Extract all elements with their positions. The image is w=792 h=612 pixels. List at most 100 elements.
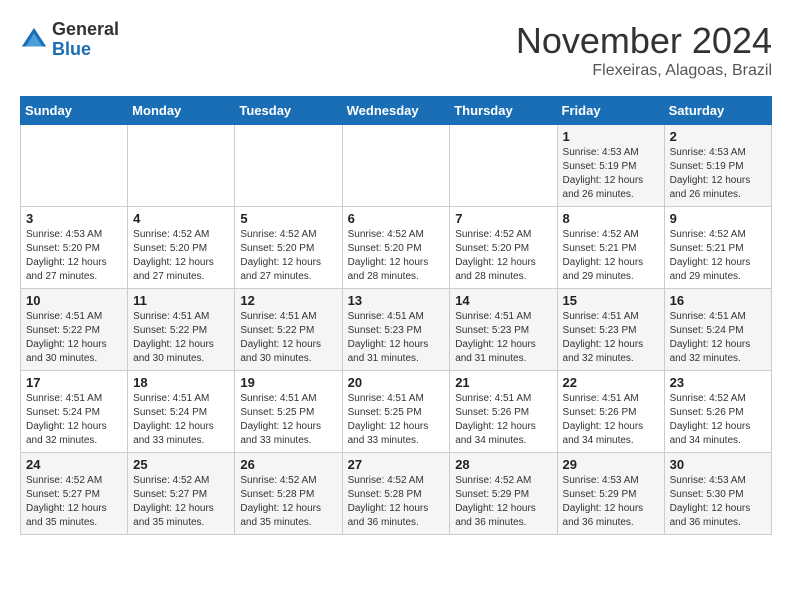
day-info: Sunrise: 4:51 AM Sunset: 5:25 PM Dayligh… bbox=[240, 392, 336, 448]
calendar-cell: 10 Sunrise: 4:51 AM Sunset: 5:22 PM Dayli… bbox=[21, 289, 128, 371]
day-info: Sunrise: 4:53 AM Sunset: 5:19 PM Dayligh… bbox=[563, 146, 659, 202]
day-info: Sunrise: 4:52 AM Sunset: 5:28 PM Dayligh… bbox=[348, 474, 445, 530]
day-info: Sunrise: 4:51 AM Sunset: 5:26 PM Dayligh… bbox=[563, 392, 659, 448]
day-info: Sunrise: 4:53 AM Sunset: 5:30 PM Dayligh… bbox=[670, 474, 766, 530]
calendar-cell: 4 Sunrise: 4:52 AM Sunset: 5:20 PM Daylig… bbox=[128, 207, 235, 289]
day-number: 8 bbox=[563, 211, 659, 226]
calendar-week-5: 24Sunrise: 4:52 AM Sunset: 5:27 PM Dayli… bbox=[21, 453, 772, 535]
day-info: Sunrise: 4:53 AM Sunset: 5:19 PM Dayligh… bbox=[670, 146, 766, 202]
day-info: Sunrise: 4:51 AM Sunset: 5:24 PM Dayligh… bbox=[133, 392, 229, 448]
calendar-week-2: 3Sunrise: 4:53 AM Sunset: 5:20 PM Daylig… bbox=[21, 207, 772, 289]
calendar-cell: 17 Sunrise: 4:51 AM Sunset: 5:24 PM Dayli… bbox=[21, 371, 128, 453]
day-number: 11 bbox=[133, 293, 229, 308]
day-number: 25 bbox=[133, 457, 229, 472]
weekday-header-row: SundayMondayTuesdayWednesdayThursdayFrid… bbox=[21, 97, 772, 125]
calendar-cell: 21Sunrise: 4:51 AM Sunset: 5:26 PM Dayli… bbox=[450, 371, 557, 453]
calendar-cell: 5 Sunrise: 4:52 AM Sunset: 5:20 PM Daylig… bbox=[235, 207, 342, 289]
logo-general: General bbox=[52, 20, 119, 40]
day-number: 2 bbox=[670, 129, 766, 144]
weekday-header-monday: Monday bbox=[128, 97, 235, 125]
calendar-cell: 3Sunrise: 4:53 AM Sunset: 5:20 PM Daylig… bbox=[21, 207, 128, 289]
day-info: Sunrise: 4:51 AM Sunset: 5:23 PM Dayligh… bbox=[455, 310, 551, 366]
calendar-cell bbox=[235, 125, 342, 207]
day-number: 15 bbox=[563, 293, 659, 308]
day-info: Sunrise: 4:51 AM Sunset: 5:24 PM Dayligh… bbox=[26, 392, 122, 448]
calendar-cell: 18 Sunrise: 4:51 AM Sunset: 5:24 PM Dayli… bbox=[128, 371, 235, 453]
calendar-cell: 8 Sunrise: 4:52 AM Sunset: 5:21 PM Daylig… bbox=[557, 207, 664, 289]
weekday-header-sunday: Sunday bbox=[21, 97, 128, 125]
calendar-cell: 19 Sunrise: 4:51 AM Sunset: 5:25 PM Dayli… bbox=[235, 371, 342, 453]
calendar-cell: 20 Sunrise: 4:51 AM Sunset: 5:25 PM Dayli… bbox=[342, 371, 450, 453]
day-info: Sunrise: 4:52 AM Sunset: 5:27 PM Dayligh… bbox=[26, 474, 122, 530]
day-info: Sunrise: 4:51 AM Sunset: 5:24 PM Dayligh… bbox=[670, 310, 766, 366]
day-number: 12 bbox=[240, 293, 336, 308]
logo: General Blue bbox=[20, 20, 119, 60]
calendar-cell: 1 Sunrise: 4:53 AM Sunset: 5:19 PM Daylig… bbox=[557, 125, 664, 207]
calendar-cell: 11 Sunrise: 4:51 AM Sunset: 5:22 PM Dayli… bbox=[128, 289, 235, 371]
calendar-cell: 29Sunrise: 4:53 AM Sunset: 5:29 PM Dayli… bbox=[557, 453, 664, 535]
calendar-cell: 22 Sunrise: 4:51 AM Sunset: 5:26 PM Dayli… bbox=[557, 371, 664, 453]
day-info: Sunrise: 4:52 AM Sunset: 5:20 PM Dayligh… bbox=[455, 228, 551, 284]
calendar-cell: 25 Sunrise: 4:52 AM Sunset: 5:27 PM Dayli… bbox=[128, 453, 235, 535]
day-number: 6 bbox=[348, 211, 445, 226]
calendar-cell: 2 Sunrise: 4:53 AM Sunset: 5:19 PM Daylig… bbox=[664, 125, 771, 207]
calendar-cell bbox=[450, 125, 557, 207]
day-number: 1 bbox=[563, 129, 659, 144]
day-info: Sunrise: 4:52 AM Sunset: 5:29 PM Dayligh… bbox=[455, 474, 551, 530]
logo-text: General Blue bbox=[52, 20, 119, 60]
calendar-cell: 14 Sunrise: 4:51 AM Sunset: 5:23 PM Dayli… bbox=[450, 289, 557, 371]
calendar: SundayMondayTuesdayWednesdayThursdayFrid… bbox=[20, 96, 772, 535]
month-title: November 2024 bbox=[516, 20, 772, 62]
day-number: 7 bbox=[455, 211, 551, 226]
title-block: November 2024 Flexeiras, Alagoas, Brazil bbox=[516, 20, 772, 80]
weekday-header-wednesday: Wednesday bbox=[342, 97, 450, 125]
day-info: Sunrise: 4:51 AM Sunset: 5:22 PM Dayligh… bbox=[240, 310, 336, 366]
day-info: Sunrise: 4:52 AM Sunset: 5:27 PM Dayligh… bbox=[133, 474, 229, 530]
day-number: 10 bbox=[26, 293, 122, 308]
day-info: Sunrise: 4:52 AM Sunset: 5:21 PM Dayligh… bbox=[670, 228, 766, 284]
day-info: Sunrise: 4:52 AM Sunset: 5:28 PM Dayligh… bbox=[240, 474, 336, 530]
day-number: 23 bbox=[670, 375, 766, 390]
calendar-cell: 6Sunrise: 4:52 AM Sunset: 5:20 PM Daylig… bbox=[342, 207, 450, 289]
calendar-cell: 26 Sunrise: 4:52 AM Sunset: 5:28 PM Dayli… bbox=[235, 453, 342, 535]
calendar-cell: 12 Sunrise: 4:51 AM Sunset: 5:22 PM Dayli… bbox=[235, 289, 342, 371]
calendar-cell bbox=[21, 125, 128, 207]
weekday-header-friday: Friday bbox=[557, 97, 664, 125]
day-number: 5 bbox=[240, 211, 336, 226]
weekday-header-thursday: Thursday bbox=[450, 97, 557, 125]
day-info: Sunrise: 4:52 AM Sunset: 5:20 PM Dayligh… bbox=[133, 228, 229, 284]
weekday-header-saturday: Saturday bbox=[664, 97, 771, 125]
day-number: 27 bbox=[348, 457, 445, 472]
day-number: 3 bbox=[26, 211, 122, 226]
day-number: 22 bbox=[563, 375, 659, 390]
day-number: 20 bbox=[348, 375, 445, 390]
logo-blue: Blue bbox=[52, 40, 119, 60]
calendar-cell: 27 Sunrise: 4:52 AM Sunset: 5:28 PM Dayli… bbox=[342, 453, 450, 535]
calendar-cell: 15Sunrise: 4:51 AM Sunset: 5:23 PM Dayli… bbox=[557, 289, 664, 371]
location: Flexeiras, Alagoas, Brazil bbox=[516, 62, 772, 80]
day-number: 26 bbox=[240, 457, 336, 472]
calendar-cell: 30 Sunrise: 4:53 AM Sunset: 5:30 PM Dayli… bbox=[664, 453, 771, 535]
calendar-cell bbox=[342, 125, 450, 207]
day-number: 30 bbox=[670, 457, 766, 472]
day-info: Sunrise: 4:51 AM Sunset: 5:23 PM Dayligh… bbox=[348, 310, 445, 366]
day-number: 19 bbox=[240, 375, 336, 390]
day-number: 29 bbox=[563, 457, 659, 472]
day-info: Sunrise: 4:52 AM Sunset: 5:26 PM Dayligh… bbox=[670, 392, 766, 448]
day-number: 9 bbox=[670, 211, 766, 226]
day-info: Sunrise: 4:51 AM Sunset: 5:22 PM Dayligh… bbox=[26, 310, 122, 366]
calendar-cell: 28Sunrise: 4:52 AM Sunset: 5:29 PM Dayli… bbox=[450, 453, 557, 535]
day-number: 14 bbox=[455, 293, 551, 308]
calendar-week-4: 17 Sunrise: 4:51 AM Sunset: 5:24 PM Dayli… bbox=[21, 371, 772, 453]
logo-icon bbox=[20, 26, 48, 54]
day-info: Sunrise: 4:52 AM Sunset: 5:20 PM Dayligh… bbox=[240, 228, 336, 284]
day-info: Sunrise: 4:52 AM Sunset: 5:21 PM Dayligh… bbox=[563, 228, 659, 284]
day-number: 13 bbox=[348, 293, 445, 308]
day-number: 17 bbox=[26, 375, 122, 390]
calendar-week-1: 1 Sunrise: 4:53 AM Sunset: 5:19 PM Daylig… bbox=[21, 125, 772, 207]
day-info: Sunrise: 4:51 AM Sunset: 5:25 PM Dayligh… bbox=[348, 392, 445, 448]
calendar-cell: 16Sunrise: 4:51 AM Sunset: 5:24 PM Dayli… bbox=[664, 289, 771, 371]
day-info: Sunrise: 4:51 AM Sunset: 5:22 PM Dayligh… bbox=[133, 310, 229, 366]
day-number: 4 bbox=[133, 211, 229, 226]
day-number: 18 bbox=[133, 375, 229, 390]
